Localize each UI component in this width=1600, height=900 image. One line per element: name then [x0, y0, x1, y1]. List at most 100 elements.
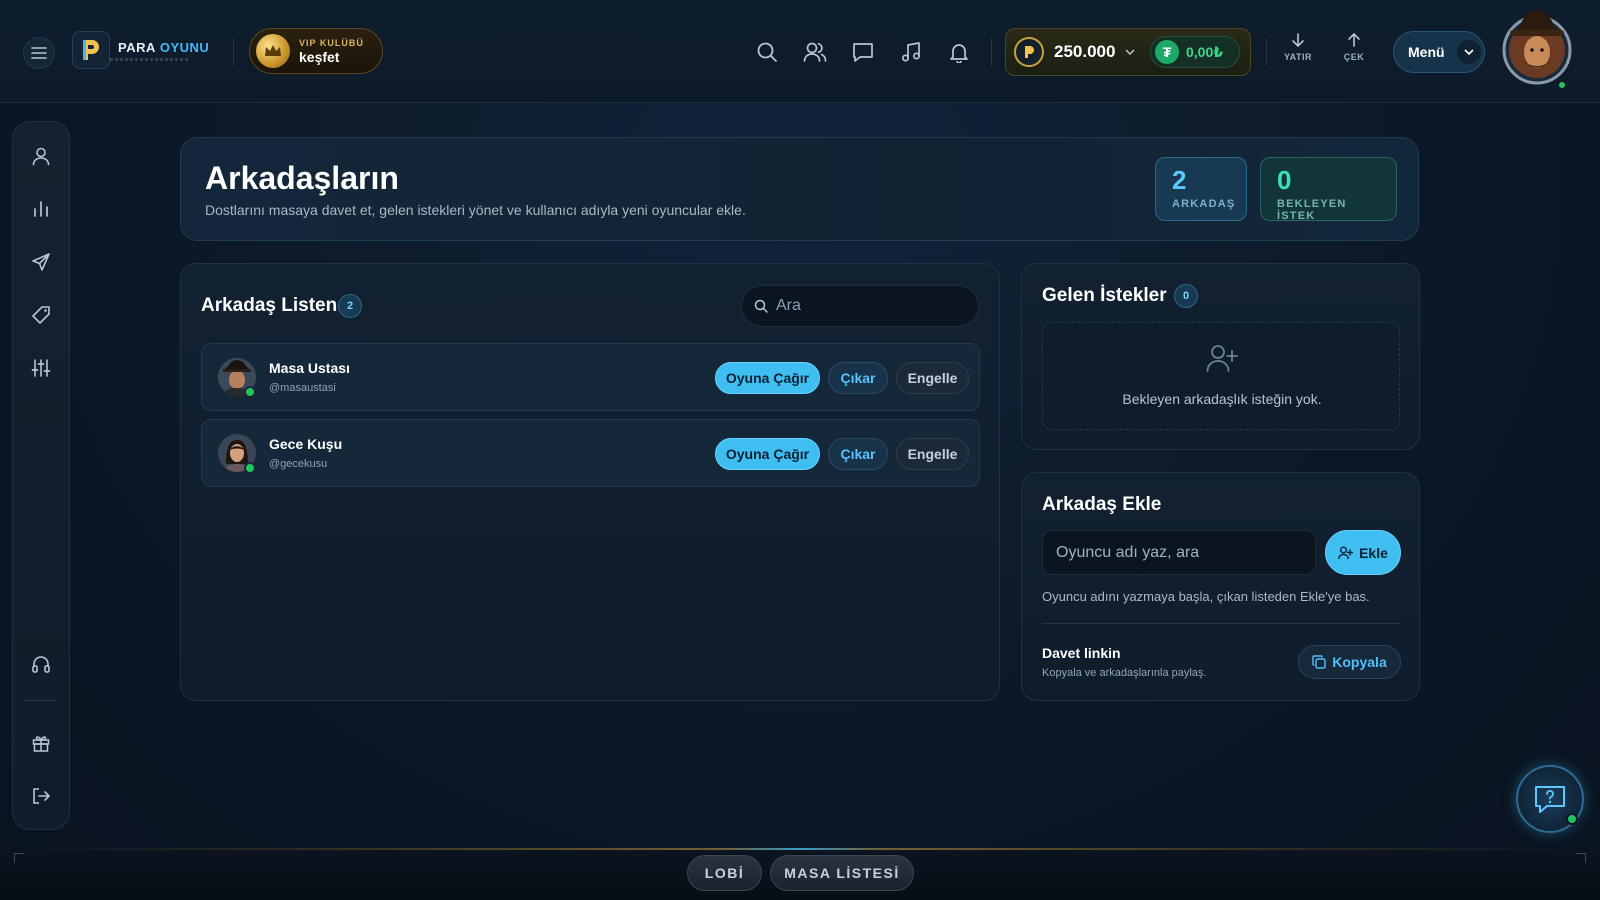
- page-title: Arkadaşların: [205, 160, 399, 196]
- sidebar-item-stats[interactable]: [28, 196, 54, 222]
- user-avatar[interactable]: [1500, 6, 1574, 86]
- tag-icon: [32, 306, 50, 324]
- friend-search-input[interactable]: [776, 297, 966, 315]
- bottom-corner: [1576, 853, 1586, 863]
- friends-count-card: 2 ARKADAŞ: [1155, 157, 1247, 221]
- deposit-button[interactable]: YATIR: [1276, 32, 1320, 62]
- online-status-dot: [244, 386, 256, 398]
- search-icon: [754, 299, 768, 313]
- music-button[interactable]: [897, 38, 925, 66]
- pending-requests-label: BEKLEYEN İSTEK: [1277, 198, 1347, 222]
- page-header: Arkadaşların Dostlarını masaya davet et,…: [180, 137, 1419, 241]
- chat-button[interactable]: [849, 38, 877, 66]
- pending-requests-value: 0: [1277, 165, 1292, 195]
- logo-icon: [72, 31, 110, 69]
- friend-handle: @masaustasi: [269, 382, 336, 394]
- friends-count-label: ARKADAŞ: [1172, 198, 1236, 210]
- table-list-button[interactable]: MASA LİSTESİ: [770, 855, 914, 891]
- copy-button-label: Kopyala: [1332, 654, 1387, 670]
- copy-invite-link-button[interactable]: Kopyala: [1298, 645, 1401, 679]
- invite-to-game-button[interactable]: Oyuna Çağır: [715, 362, 820, 394]
- profile-icon: [32, 147, 50, 166]
- sidebar-divider: [25, 700, 57, 701]
- friends-list-panel: Arkadaş Listen 2 Masa Ustası @masaustasi…: [180, 263, 1000, 701]
- incoming-requests-title: Gelen İstekler: [1042, 285, 1167, 306]
- sidebar-item-promotions[interactable]: [28, 302, 54, 328]
- menu-button[interactable]: Menü: [1393, 31, 1485, 73]
- top-bar: PARA OYUNU VIP KULÜBÜ keşfet 250.000 ₮ 0…: [0, 0, 1600, 103]
- search-icon: [757, 42, 777, 62]
- bottom-corner: [14, 853, 24, 863]
- withdraw-label: ÇEK: [1343, 52, 1365, 62]
- add-user-icon: [1338, 546, 1354, 559]
- bell-icon: [950, 44, 968, 63]
- chip-coin-icon: [1014, 37, 1044, 67]
- incoming-requests-badge: 0: [1174, 284, 1198, 308]
- add-friend-title: Arkadaş Ekle: [1042, 494, 1162, 515]
- online-status-dot: [244, 462, 256, 474]
- friends-count-badge: 2: [338, 294, 362, 318]
- page-subtitle: Dostlarını masaya davet et, gelen istekl…: [205, 202, 746, 218]
- invite-link-title: Davet linkin: [1042, 645, 1121, 661]
- logo-tagline: [110, 57, 190, 61]
- friend-search[interactable]: [741, 285, 979, 327]
- search-button[interactable]: [753, 38, 781, 66]
- music-icon: [901, 42, 921, 62]
- vip-title: VIP KULÜBÜ: [299, 37, 364, 48]
- invite-to-game-button[interactable]: Oyuna Çağır: [715, 438, 820, 470]
- sidebar-item-profile[interactable]: [28, 143, 54, 169]
- chat-icon: [853, 43, 873, 62]
- add-user-icon: [1206, 345, 1238, 372]
- friend-handle: @gecekusu: [269, 458, 328, 470]
- remove-friend-button[interactable]: Çıkar: [828, 362, 888, 394]
- friends-list-title: Arkadaş Listen: [201, 295, 338, 316]
- friend-name: Masa Ustası: [269, 360, 350, 376]
- username-input[interactable]: [1042, 530, 1316, 575]
- remove-friend-button[interactable]: Çıkar: [828, 438, 888, 470]
- tl-balance[interactable]: ₮ 0,00₺: [1150, 36, 1240, 68]
- sidebar-item-logout[interactable]: [28, 783, 54, 809]
- sidebar-item-send[interactable]: [28, 249, 54, 275]
- divider: [991, 38, 992, 66]
- balance-widget[interactable]: 250.000 ₮ 0,00₺: [1005, 28, 1251, 76]
- invite-link-subtitle: Kopyala ve arkadaşlarınla paylaş.: [1042, 667, 1207, 679]
- balance-amount: 250.000: [1054, 42, 1116, 61]
- crown-icon: [256, 34, 290, 68]
- support-online-dot: [1566, 813, 1578, 825]
- bottom-accent-line: [15, 848, 1585, 850]
- empty-requests-state: Bekleyen arkadaşlık isteğin yok.: [1042, 322, 1400, 430]
- friends-button[interactable]: [801, 38, 829, 66]
- send-icon: [32, 253, 50, 271]
- headset-icon: [32, 656, 50, 673]
- sidebar-item-settings[interactable]: [28, 355, 54, 381]
- withdraw-button[interactable]: ÇEK: [1332, 32, 1376, 62]
- incoming-requests-panel: Gelen İstekler 0 Bekleyen arkadaşlık ist…: [1021, 263, 1420, 450]
- vip-club-button[interactable]: VIP KULÜBÜ keşfet: [249, 28, 383, 74]
- add-friend-button[interactable]: Ekle: [1325, 530, 1401, 575]
- vip-cta: keşfet: [299, 48, 340, 65]
- gift-icon: [32, 736, 50, 752]
- sidebar-item-gifts[interactable]: [28, 730, 54, 756]
- logo-text-primary: PARA: [118, 39, 156, 55]
- block-friend-button[interactable]: Engelle: [896, 362, 969, 394]
- sidebar-item-support[interactable]: [28, 651, 54, 677]
- stats-icon: [34, 201, 48, 217]
- arrow-down-icon: [1292, 33, 1304, 48]
- friends-icon: [803, 42, 827, 62]
- logo[interactable]: PARA OYUNU: [72, 31, 209, 69]
- hamburger-menu-button[interactable]: [23, 37, 55, 69]
- tl-balance-amount: 0,00₺: [1186, 43, 1223, 60]
- friend-row: Gece Kuşu @gecekusu Oyuna Çağır Çıkar En…: [201, 419, 980, 487]
- lobby-button[interactable]: LOBİ: [687, 855, 762, 891]
- online-status-dot: [1557, 80, 1567, 90]
- notifications-button[interactable]: [945, 38, 973, 66]
- logout-icon: [33, 788, 50, 804]
- chevron-down-icon[interactable]: [1125, 49, 1135, 55]
- friend-row: Masa Ustası @masaustasi Oyuna Çağır Çıka…: [201, 343, 980, 411]
- hamburger-icon: [31, 47, 47, 59]
- friend-name: Gece Kuşu: [269, 436, 343, 452]
- add-friend-button-label: Ekle: [1359, 544, 1388, 561]
- pending-requests-card: 0 BEKLEYEN İSTEK: [1260, 157, 1397, 222]
- block-friend-button[interactable]: Engelle: [896, 438, 969, 470]
- deposit-label: YATIR: [1283, 52, 1312, 62]
